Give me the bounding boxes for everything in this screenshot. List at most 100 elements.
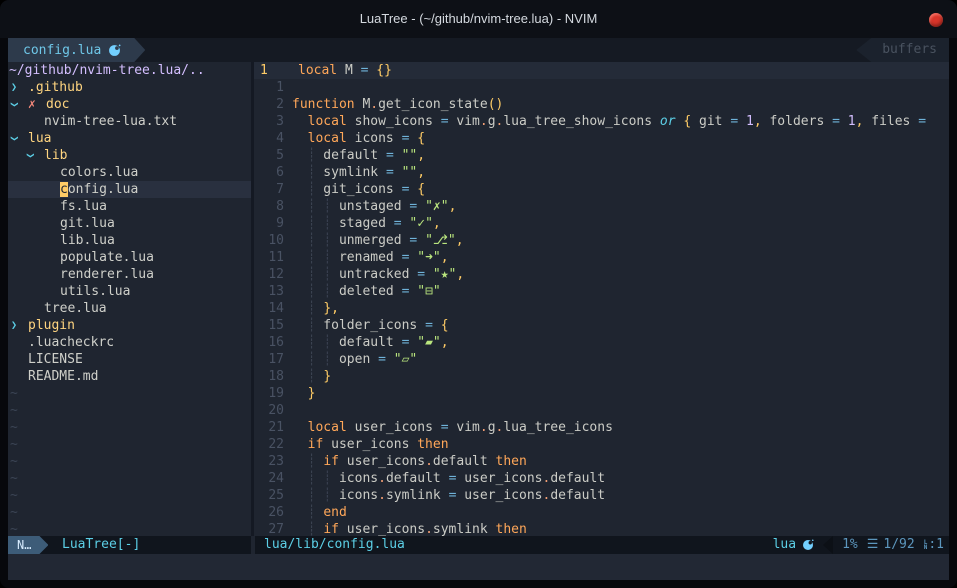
code-line-3[interactable]: 2function M.get_icon_state() (254, 96, 949, 113)
tree-item-label: lib.lua (60, 233, 115, 248)
line-number-relative: 17 (254, 351, 284, 368)
tree-item-label: plugin (28, 318, 75, 333)
code-text: ┊ default = "", (284, 147, 425, 164)
code-line-28[interactable]: 27 ┊ if user_icons.symlink then (254, 521, 949, 536)
tree-item-doc[interactable]: ❯✗doc (8, 96, 251, 113)
tabline: config.lua buffers (8, 38, 949, 62)
tree-item-lib[interactable]: ❯lib (8, 147, 251, 164)
file-tree-items: ❯.github❯✗docnvim-tree-lua.txt❯lua❯libco… (8, 79, 251, 385)
line-number-relative: 24 (254, 470, 284, 487)
tree-item-plugin[interactable]: ❯plugin (8, 317, 251, 334)
code-line-20[interactable]: 19 } (254, 385, 949, 402)
code-buffer[interactable]: 1local M = {}12function M.get_icon_state… (254, 62, 949, 536)
filetype-label: lua (773, 536, 796, 554)
code-text: function M.get_icon_state() (284, 96, 503, 113)
tree-item-label: lua (28, 131, 51, 146)
file-tree-tildes: ~~~~~~~~~ (8, 385, 251, 536)
tree-item-.luacheckrc[interactable]: .luacheckrc (8, 334, 251, 351)
code-text: ┊ if user_icons.default then (284, 453, 527, 470)
code-line-24[interactable]: 23 ┊ if user_icons.default then (254, 453, 949, 470)
code-text: ┊ end (284, 504, 347, 521)
code-line-7[interactable]: 6 ┊ symlink = "", (254, 164, 949, 181)
lines-icon: ☰ (867, 536, 879, 554)
line-number-relative: 1 (254, 79, 284, 96)
code-text: ┊ ┊ staged = "✓", (284, 215, 441, 232)
chevron-right-icon[interactable]: ❯ (10, 79, 28, 96)
chevron-down-icon[interactable]: ❯ (10, 96, 28, 113)
code-text: local M = {} (290, 62, 392, 79)
tree-item-label: tree.lua (44, 301, 107, 316)
tree-item-populate.lua[interactable]: populate.lua (8, 249, 251, 266)
tree-item-fs.lua[interactable]: fs.lua (8, 198, 251, 215)
tree-item-label: colors.lua (60, 165, 138, 180)
code-line-4[interactable]: 3 local show_icons = vim.g.lua_tree_show… (254, 113, 949, 130)
close-button[interactable] (929, 13, 943, 27)
line-number-relative: 22 (254, 436, 284, 453)
code-line-19[interactable]: 18 ┊ } (254, 368, 949, 385)
line-number-relative: 21 (254, 419, 284, 436)
code-line-23[interactable]: 22 if user_icons then (254, 436, 949, 453)
titlebar: LuaTree - (~/github/nvim-tree.lua) - NVI… (0, 0, 957, 38)
code-text: local user_icons = vim.g.lua_tree_icons (284, 419, 613, 436)
code-line-1[interactable]: 1local M = {} (254, 62, 949, 79)
line-number-icon: L N (924, 540, 928, 550)
code-line-6[interactable]: 5 ┊ default = "", (254, 147, 949, 164)
tree-item-utils.lua[interactable]: utils.lua (8, 283, 251, 300)
code-line-17[interactable]: 16 ┊ ┊ default = "▰", (254, 334, 949, 351)
tree-item-label: renderer.lua (60, 267, 154, 282)
tree-item-README.md[interactable]: README.md (8, 368, 251, 385)
statusline: N… LuaTree[-] lua/lib/config.lua lua 1% … (8, 536, 949, 554)
buffers-tab[interactable]: buffers (856, 38, 949, 62)
code-text: ┊ } (284, 368, 331, 385)
chevron-right-icon[interactable]: ❯ (10, 317, 28, 334)
code-text: } (284, 385, 315, 402)
tree-item-.github[interactable]: ❯.github (8, 79, 251, 96)
line-number-relative: 15 (254, 317, 284, 334)
code-line-14[interactable]: 13 ┊ ┊ deleted = "⊟" (254, 283, 949, 300)
code-line-10[interactable]: 9 ┊ ┊ staged = "✓", (254, 215, 949, 232)
code-line-26[interactable]: 25 ┊ ┊ icons.symlink = user_icons.defaul… (254, 487, 949, 504)
buffers-label: buffers (882, 42, 937, 57)
code-line-13[interactable]: 12 ┊ ┊ untracked = "★", (254, 266, 949, 283)
code-line-8[interactable]: 7 ┊ git_icons = { (254, 181, 949, 198)
code-line-9[interactable]: 8 ┊ ┊ unstaged = "✗", (254, 198, 949, 215)
tree-item-label: git.lua (60, 216, 115, 231)
code-text: ┊ ┊ untracked = "★", (284, 266, 464, 283)
code-line-21[interactable]: 20 (254, 402, 949, 419)
tab-config-lua[interactable]: config.lua (8, 38, 145, 62)
line-number-relative: 14 (254, 300, 284, 317)
tree-item-lib.lua[interactable]: lib.lua (8, 232, 251, 249)
line-number-relative: 12 (254, 266, 284, 283)
code-line-27[interactable]: 26 ┊ end (254, 504, 949, 521)
tree-item-config.lua[interactable]: config.lua (8, 181, 251, 198)
code-line-5[interactable]: 4 local icons = { (254, 130, 949, 147)
tree-item-label: utils.lua (60, 284, 130, 299)
tree-item-nvim-tree-lua.txt[interactable]: nvim-tree-lua.txt (8, 113, 251, 130)
command-line[interactable] (8, 554, 949, 580)
tree-item-git.lua[interactable]: git.lua (8, 215, 251, 232)
code-line-15[interactable]: 14 ┊ }, (254, 300, 949, 317)
line-number-relative: 25 (254, 487, 284, 504)
code-line-22[interactable]: 21 local user_icons = vim.g.lua_tree_ico… (254, 419, 949, 436)
code-line-16[interactable]: 15 ┊ folder_icons = { (254, 317, 949, 334)
code-line-18[interactable]: 17 ┊ ┊ open = "▱" (254, 351, 949, 368)
chevron-down-icon[interactable]: ❯ (26, 147, 44, 164)
tree-item-colors.lua[interactable]: colors.lua (8, 164, 251, 181)
tree-item-LICENSE[interactable]: LICENSE (8, 351, 251, 368)
chevron-down-icon[interactable]: ❯ (10, 130, 28, 147)
tree-item-label: fs.lua (60, 199, 107, 214)
code-text: ┊ ┊ icons.symlink = user_icons.default (284, 487, 605, 504)
tree-item-lua[interactable]: ❯lua (8, 130, 251, 147)
code-line-12[interactable]: 11 ┊ ┊ renamed = "➜", (254, 249, 949, 266)
file-tree[interactable]: ~/github/nvim-tree.lua/.. ❯.github❯✗docn… (8, 62, 251, 536)
tree-item-label: .luacheckrc (28, 335, 114, 350)
code-line-2[interactable]: 1 (254, 79, 949, 96)
line-number-relative: 5 (254, 147, 284, 164)
tree-item-tree.lua[interactable]: tree.lua (8, 300, 251, 317)
tree-item-renderer.lua[interactable]: renderer.lua (8, 266, 251, 283)
line-number-relative: 3 (254, 113, 284, 130)
code-line-25[interactable]: 24 ┊ ┊ icons.default = user_icons.defaul… (254, 470, 949, 487)
code-line-11[interactable]: 10 ┊ ┊ unmerged = "⎇", (254, 232, 949, 249)
filetype-segment: lua (773, 536, 814, 554)
code-text: ┊ git_icons = { (284, 181, 425, 198)
